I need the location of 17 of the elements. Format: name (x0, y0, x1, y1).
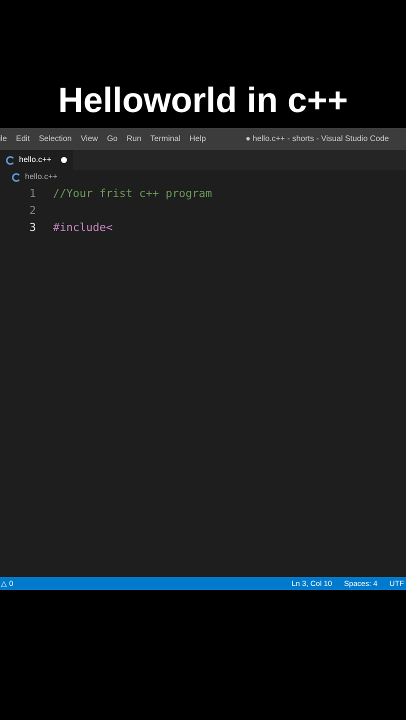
menu-item[interactable]: Selection (38, 133, 72, 145)
video-caption: Helloworld in c++ (58, 83, 348, 118)
menu-item[interactable]: Help (190, 133, 206, 145)
line-number: 1 (28, 186, 36, 202)
menu-item[interactable]: View (80, 133, 98, 145)
tab-label: hello.c++ (19, 154, 52, 166)
menu-item[interactable]: Run (126, 133, 142, 145)
breadcrumb[interactable]: hello.c++ (25, 171, 58, 183)
editor-tab[interactable]: hello.c++ (0, 150, 74, 170)
menu-item[interactable]: Edit (16, 133, 30, 145)
window-title: ● hello.c++ - shorts - Visual Studio Code (246, 133, 389, 145)
menu-item[interactable]: Terminal (150, 133, 181, 145)
code-text: #include< (53, 221, 113, 234)
line-number: 2 (28, 203, 36, 219)
code-text: //Your frist c++ program (53, 187, 212, 200)
line-number: 3 (28, 220, 36, 236)
menu-item[interactable]: Go (106, 133, 118, 145)
